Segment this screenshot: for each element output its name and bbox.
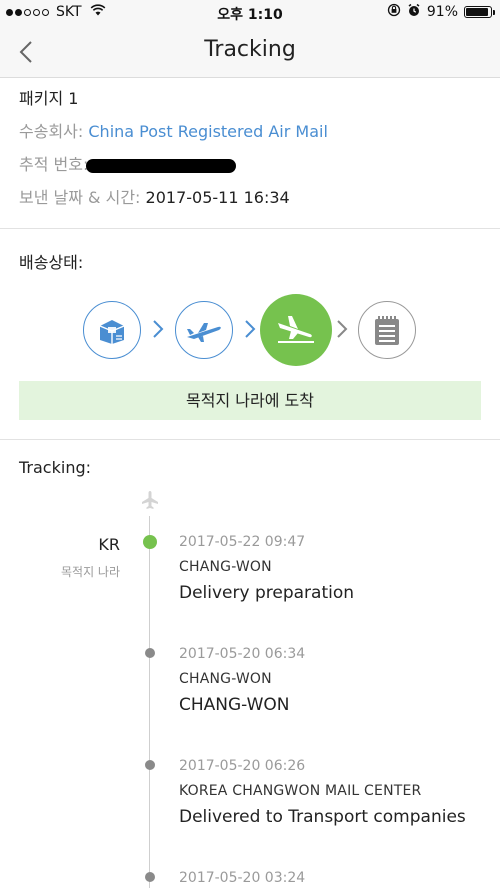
sent-date-row: 보낸 날짜 & 시간: 2017-05-11 16:34: [19, 188, 481, 221]
plane-icon: [140, 490, 160, 514]
chevron-right-icon: [337, 320, 348, 338]
alarm-icon: [407, 3, 421, 21]
wifi-icon: [90, 4, 106, 20]
event-time: 2017-05-22 09:47: [179, 534, 306, 550]
carrier-label: 수송회사:: [19, 122, 84, 141]
country-code: KR: [98, 535, 120, 554]
battery-icon: [464, 6, 495, 18]
step-package: [83, 301, 141, 359]
back-button[interactable]: [8, 34, 44, 70]
current-status-banner: 목적지 나라에 도착: [19, 381, 481, 420]
status-left: SKT: [6, 4, 106, 20]
plane-takeoff-icon: [187, 323, 221, 342]
timeline-dot-latest: [143, 535, 157, 549]
event-time: 2017-05-20 06:34: [179, 646, 306, 662]
battery-level-fill: [466, 8, 488, 16]
tracking-title: Tracking:: [19, 458, 91, 477]
tracking-number-label: 추적 번호:: [19, 155, 89, 174]
chevron-right-icon: [245, 320, 256, 338]
timeline-dot: [145, 648, 155, 658]
tracking-event: 2017-05-22 09:47 CHANG-WON Delivery prep…: [179, 533, 489, 604]
chevron-right-icon: [153, 320, 164, 338]
package-icon: [99, 320, 125, 344]
timeline-line: [149, 516, 150, 888]
plane-landing-icon: [278, 316, 314, 343]
event-description: Delivered to Transport companies: [179, 807, 466, 827]
event-location: CHANG-WON: [179, 559, 272, 575]
sent-date-label: 보낸 날짜 & 시간:: [19, 188, 141, 207]
carrier-name: SKT: [56, 4, 82, 20]
country-subtitle: 목적지 나라: [60, 565, 120, 579]
carrier-row: 수송회사: China Post Registered Air Mail: [19, 122, 481, 155]
package-name: 패키지 1: [19, 89, 79, 108]
tracking-event: 2017-05-20 06:26 KOREA CHANGWON MAIL CEN…: [179, 757, 489, 828]
event-location: KOREA CHANGWON MAIL CENTER: [179, 783, 422, 799]
event-location: CHANG-WON: [179, 671, 272, 687]
status-bar: SKT 오후 1:10 91%: [0, 0, 500, 26]
timeline-dot: [145, 760, 155, 770]
page-title: Tracking: [204, 37, 296, 62]
navigation-bar: Tracking: [0, 26, 500, 78]
timeline-dot: [145, 872, 155, 882]
orientation-lock-icon: [387, 3, 401, 21]
battery-percent: 91%: [426, 4, 458, 20]
sent-date-value: 2017-05-11 16:34: [145, 188, 290, 207]
carrier-link[interactable]: China Post Registered Air Mail: [88, 122, 328, 141]
chevron-left-icon: [19, 41, 32, 63]
tracking-event: 2017-05-20 06:34 CHANG-WON CHANG-WON: [179, 645, 489, 716]
event-description: CHANG-WON: [179, 695, 290, 715]
tracking-event: 2017-05-20 03:24: [179, 869, 489, 887]
package-name-row: 패키지 1: [19, 89, 481, 122]
redacted-tracking-number: [86, 158, 237, 173]
step-delivered: [358, 301, 416, 359]
event-description: Delivery preparation: [179, 583, 355, 603]
delivery-status-section: 배송상태: 목적지 나라에 도착: [0, 229, 500, 440]
step-departure: [175, 301, 233, 359]
package-info: 패키지 1 수송회사: China Post Registered Air Ma…: [0, 79, 500, 229]
step-arrival-active: [260, 294, 332, 366]
signal-strength-icon: [6, 8, 49, 16]
tracking-number-row: 추적 번호:: [19, 155, 481, 188]
event-time: 2017-05-20 03:24: [179, 870, 306, 886]
notepad-icon: [375, 316, 399, 345]
event-time: 2017-05-20 06:26: [179, 758, 306, 774]
delivery-steps: [0, 294, 500, 366]
delivery-status-label: 배송상태:: [19, 253, 84, 272]
status-right: 91%: [387, 3, 495, 21]
